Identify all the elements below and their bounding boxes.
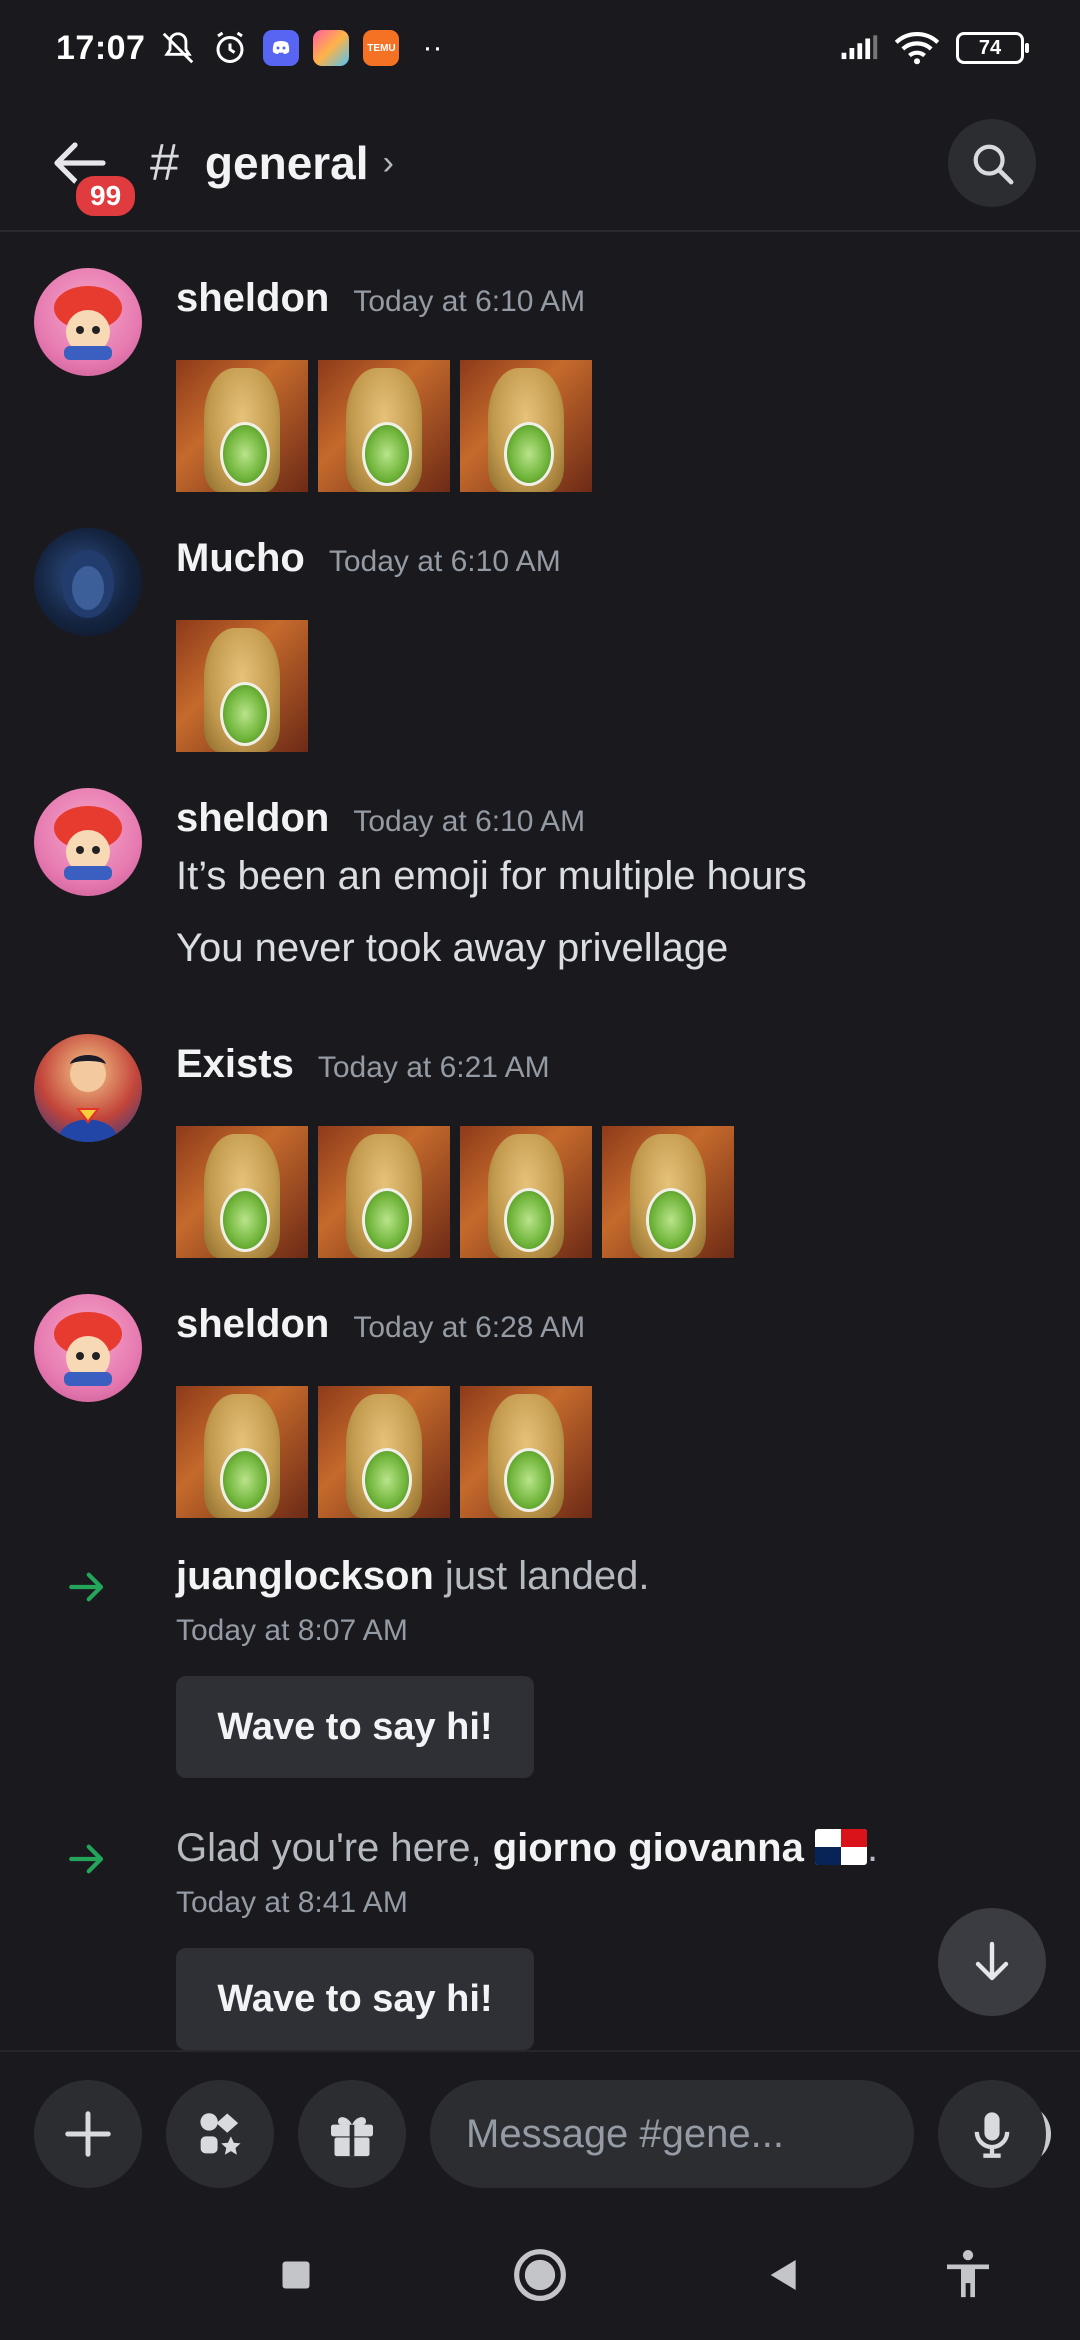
message-text: You never took away privellage	[176, 926, 729, 970]
status-time: 17:07	[56, 28, 146, 67]
timestamp: Today at 8:07 AM	[176, 1614, 408, 1647]
chevron-right-icon[interactable]: ›	[383, 144, 394, 183]
voice-message-button[interactable]	[938, 2080, 1046, 2188]
search-button[interactable]	[948, 119, 1036, 207]
accessibility-icon	[947, 2250, 989, 2298]
channel-hash-icon: #	[150, 134, 179, 192]
channel-header: 99 # general ›	[0, 96, 1080, 232]
username[interactable]: Exists	[176, 1042, 294, 1087]
username[interactable]: Mucho	[176, 536, 305, 581]
system-join-message: juanglockson just landed. Today at 8:07 …	[0, 1554, 1080, 1814]
home-button[interactable]	[500, 2235, 580, 2315]
join-arrow-icon	[69, 1844, 104, 1874]
custom-emoji[interactable]	[602, 1126, 734, 1258]
custom-emoji[interactable]	[460, 1386, 592, 1518]
join-message-text: just landed.	[433, 1554, 650, 1598]
message-text: It’s been an emoji for multiple hours	[176, 854, 807, 898]
battery-indicator: 74	[956, 32, 1029, 64]
add-attachment-button[interactable]	[34, 2080, 142, 2188]
message-item: Mucho Today at 6:10 AM	[0, 528, 1080, 768]
temu-icon: TEMU	[363, 30, 400, 66]
custom-emoji[interactable]	[176, 1126, 308, 1258]
message-item: sheldon Today at 6:10 AM It’s been an em…	[0, 788, 1080, 978]
gift-icon	[331, 2117, 373, 2157]
message-list[interactable]: sheldon Today at 6:10 AM Mucho Today at …	[0, 234, 1080, 2050]
custom-emoji[interactable]	[318, 1386, 450, 1518]
triangle-back-icon	[770, 2260, 796, 2290]
username[interactable]: sheldon	[176, 1302, 329, 1347]
message-input[interactable]	[466, 2111, 981, 2157]
back-nav-button[interactable]	[744, 2235, 824, 2315]
joined-username[interactable]: juanglockson	[176, 1554, 434, 1598]
system-join-message: Glad you're here, giorno giovanna . Toda…	[0, 1826, 1080, 2050]
jump-to-bottom-button[interactable]	[938, 1908, 1046, 2016]
message-composer	[0, 2050, 1080, 2210]
join-arrow-icon	[69, 1572, 104, 1602]
username[interactable]: sheldon	[176, 796, 329, 841]
accessibility-button[interactable]	[928, 2235, 1008, 2315]
status-bar: 17:07 TEMU ·· 74	[0, 0, 1080, 96]
username[interactable]: sheldon	[176, 276, 329, 321]
message-item: sheldon Today at 6:28 AM	[0, 1294, 1080, 1534]
custom-emoji[interactable]	[176, 1386, 308, 1518]
plus-icon	[65, 2111, 111, 2157]
timestamp: Today at 8:41 AM	[176, 1886, 408, 1919]
microphone-icon	[974, 2112, 1010, 2158]
signal-icon	[840, 29, 878, 67]
timestamp: Today at 6:10 AM	[328, 545, 561, 578]
wifi-icon	[892, 29, 942, 67]
more-dots-icon: ··	[422, 31, 443, 64]
gift-button[interactable]	[298, 2080, 406, 2188]
custom-emoji[interactable]	[460, 1126, 592, 1258]
joined-username[interactable]: giorno giovanna	[493, 1826, 804, 1870]
message-item: Exists Today at 6:21 AM	[0, 1034, 1080, 1274]
mute-icon	[159, 29, 197, 67]
wave-button[interactable]: Wave to say hi!	[176, 1676, 534, 1778]
custom-emoji[interactable]	[460, 360, 592, 492]
home-circle-icon	[514, 2249, 566, 2301]
avatar[interactable]	[34, 1034, 142, 1142]
avatar[interactable]	[34, 268, 142, 376]
unread-badge: 99	[72, 172, 140, 220]
apps-shapes-icon	[200, 2113, 241, 2155]
message-input-container[interactable]	[430, 2080, 1051, 2188]
square-icon	[282, 2261, 310, 2289]
timestamp: Today at 6:28 AM	[353, 1311, 586, 1344]
panama-flag-icon	[814, 1829, 867, 1865]
timestamp: Today at 6:10 AM	[353, 805, 586, 838]
discord-icon	[263, 30, 300, 66]
photos-app-icon	[313, 30, 350, 66]
search-icon	[973, 144, 1014, 185]
avatar[interactable]	[34, 528, 142, 636]
message-item: sheldon Today at 6:10 AM	[0, 268, 1080, 508]
avatar[interactable]	[34, 788, 142, 896]
custom-emoji[interactable]	[318, 1126, 450, 1258]
timestamp: Today at 6:10 AM	[353, 285, 586, 318]
recents-button[interactable]	[256, 2235, 336, 2315]
custom-emoji[interactable]	[318, 360, 450, 492]
alarm-icon	[211, 29, 249, 67]
custom-emoji[interactable]	[176, 620, 308, 752]
back-button[interactable]: 99	[44, 128, 140, 220]
channel-name[interactable]: general	[205, 136, 369, 190]
system-navigation-bar	[0, 2210, 1080, 2340]
wave-button[interactable]: Wave to say hi!	[176, 1948, 534, 2050]
arrow-down-icon	[975, 1941, 1009, 1981]
join-message-text: .	[866, 1826, 879, 1870]
timestamp: Today at 6:21 AM	[317, 1051, 550, 1084]
custom-emoji[interactable]	[176, 360, 308, 492]
join-message-text: Glad you're here,	[176, 1826, 493, 1870]
apps-button[interactable]	[166, 2080, 274, 2188]
avatar[interactable]	[34, 1294, 142, 1402]
